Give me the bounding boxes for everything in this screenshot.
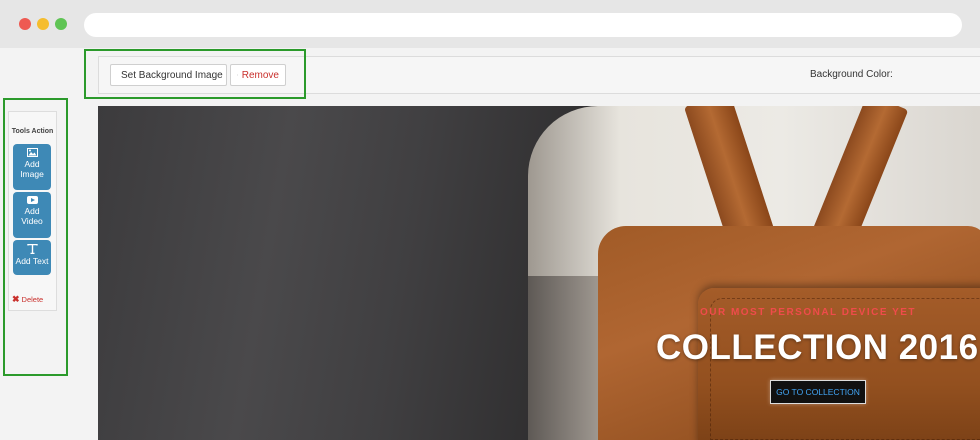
background-color-label: Background Color:: [810, 69, 893, 80]
delete-x-icon: ✖: [12, 294, 20, 304]
toolbar-highlight-box: [84, 49, 306, 99]
hero-headline[interactable]: COLLECTION 2016: [656, 328, 979, 368]
video-icon: [26, 196, 38, 204]
editor-page: Set Background Image Remove Background C…: [0, 48, 980, 440]
delete-label: Delete: [21, 295, 44, 304]
hero-background-left: [98, 106, 598, 440]
add-image-button[interactable]: Add Image: [13, 144, 51, 190]
text-icon: [26, 244, 38, 254]
add-video-label: Add Video: [21, 206, 43, 226]
go-to-collection-button[interactable]: GO TO COLLECTION: [770, 380, 866, 404]
add-text-label: Add Text: [15, 256, 49, 266]
hero-tagline[interactable]: OUR MOST PERSONAL DEVICE YET: [658, 307, 958, 318]
maximize-window-dot[interactable]: [55, 18, 67, 30]
add-text-button[interactable]: Add Text: [13, 240, 51, 275]
browser-chrome: [0, 0, 980, 48]
delete-button[interactable]: ✖ Delete: [12, 294, 43, 305]
address-bar[interactable]: [84, 13, 962, 37]
image-icon: [26, 148, 38, 157]
tools-action-title: Tools Action: [11, 128, 54, 135]
bag-stitching: [710, 298, 980, 440]
add-video-button[interactable]: Add Video: [13, 192, 51, 238]
minimize-window-dot[interactable]: [37, 18, 49, 30]
hero-photo-arm: [528, 276, 608, 440]
add-image-label: Add Image: [20, 159, 44, 179]
close-window-dot[interactable]: [19, 18, 31, 30]
hero-canvas[interactable]: OUR MOST PERSONAL DEVICE YET COLLECTION …: [98, 106, 980, 440]
tools-action-panel: Tools Action Add Image Add Video Add Tex…: [8, 111, 57, 311]
